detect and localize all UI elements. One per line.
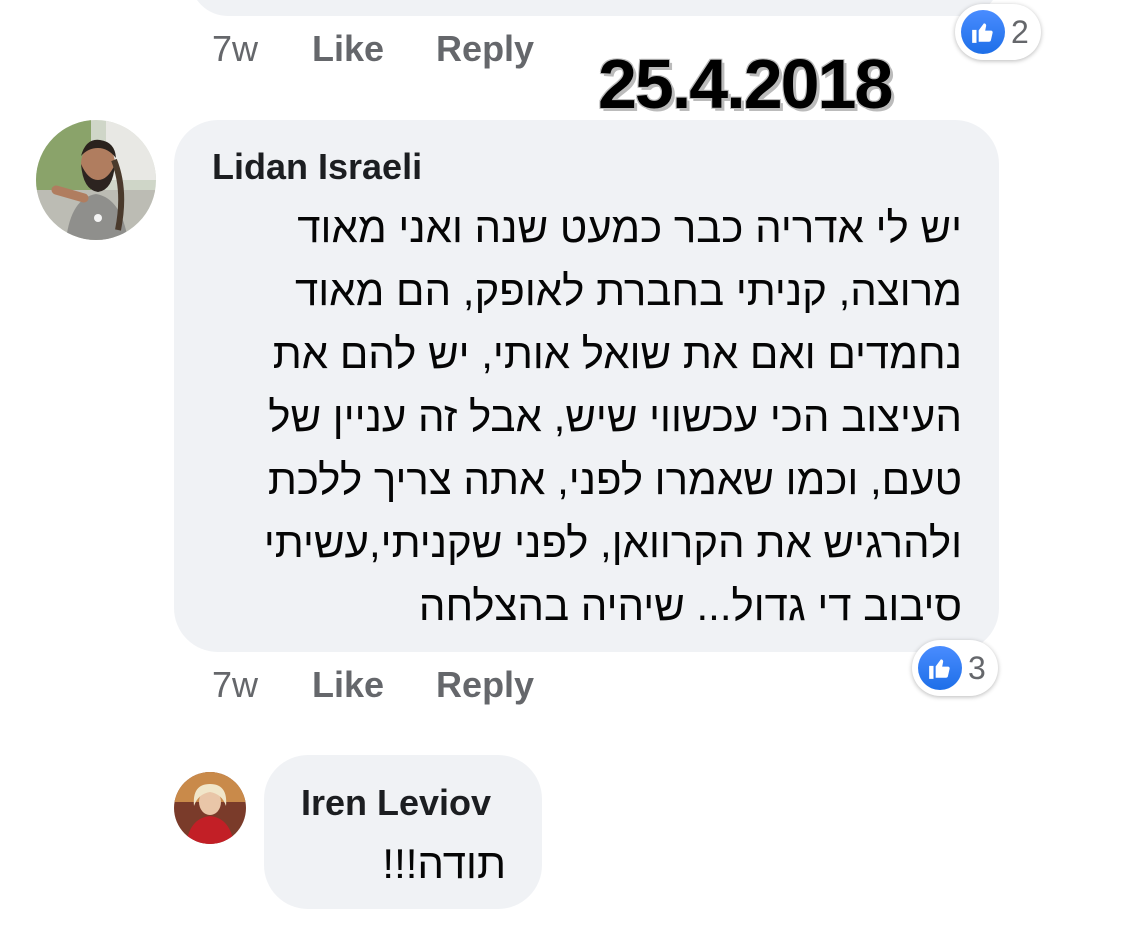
comment-text-line: ולהרגיש את הקרוואן, לפני שקניתי,עשיתי <box>263 519 962 566</box>
reaction-summary[interactable]: 3 <box>912 640 998 696</box>
comment-text-line: נחמדים ואם את שואל אותי, יש להם את <box>272 330 962 377</box>
comment-text-line: יש לי אדריה כבר כמעט שנה ואני מאוד <box>297 204 962 251</box>
comment-text-line: העיצוב הכי עכשווי שיש, אבל זה עניין של <box>268 393 962 440</box>
avatar[interactable] <box>36 120 156 240</box>
comment-timestamp[interactable]: 7w <box>212 28 312 70</box>
next-actions-cutoff <box>300 915 620 927</box>
reaction-summary[interactable]: 2 <box>955 4 1041 60</box>
comment-text-line: טעם, וכמו שאמרו לפני, אתה צריך ללכת <box>267 456 962 503</box>
date-stamp: 25.4.2018 <box>598 45 893 123</box>
avatar[interactable] <box>174 772 246 844</box>
previous-comment-actions: 7w Like Reply <box>212 28 586 70</box>
reply-link[interactable]: Reply <box>436 28 534 70</box>
like-link[interactable]: Like <box>312 28 384 70</box>
reply-author-name[interactable]: Iren Leviov <box>301 782 491 824</box>
comment-timestamp[interactable]: 7w <box>212 664 312 706</box>
comment-text-line: מרוצה, קניתי בחברת לאופק, הם מאוד <box>294 267 962 314</box>
comment-actions: 7w Like Reply <box>212 664 586 706</box>
reply-link[interactable]: Reply <box>436 664 534 706</box>
comment-author-name[interactable]: Lidan Israeli <box>212 146 422 188</box>
thumbs-up-icon <box>918 646 962 690</box>
reaction-count: 2 <box>1011 13 1029 50</box>
thumbs-up-icon <box>961 10 1005 54</box>
comment-text: יש לי אדריה כבר כמעט שנה ואני מאוד מרוצה… <box>200 196 962 637</box>
reaction-count: 3 <box>968 649 986 686</box>
previous-comment-bubble <box>190 0 1000 16</box>
like-link[interactable]: Like <box>312 664 384 706</box>
reply-text: תודה!!! <box>382 840 506 887</box>
comment-text-line: סיבוב די גדול... שיהיה בהצלחה <box>418 582 962 629</box>
